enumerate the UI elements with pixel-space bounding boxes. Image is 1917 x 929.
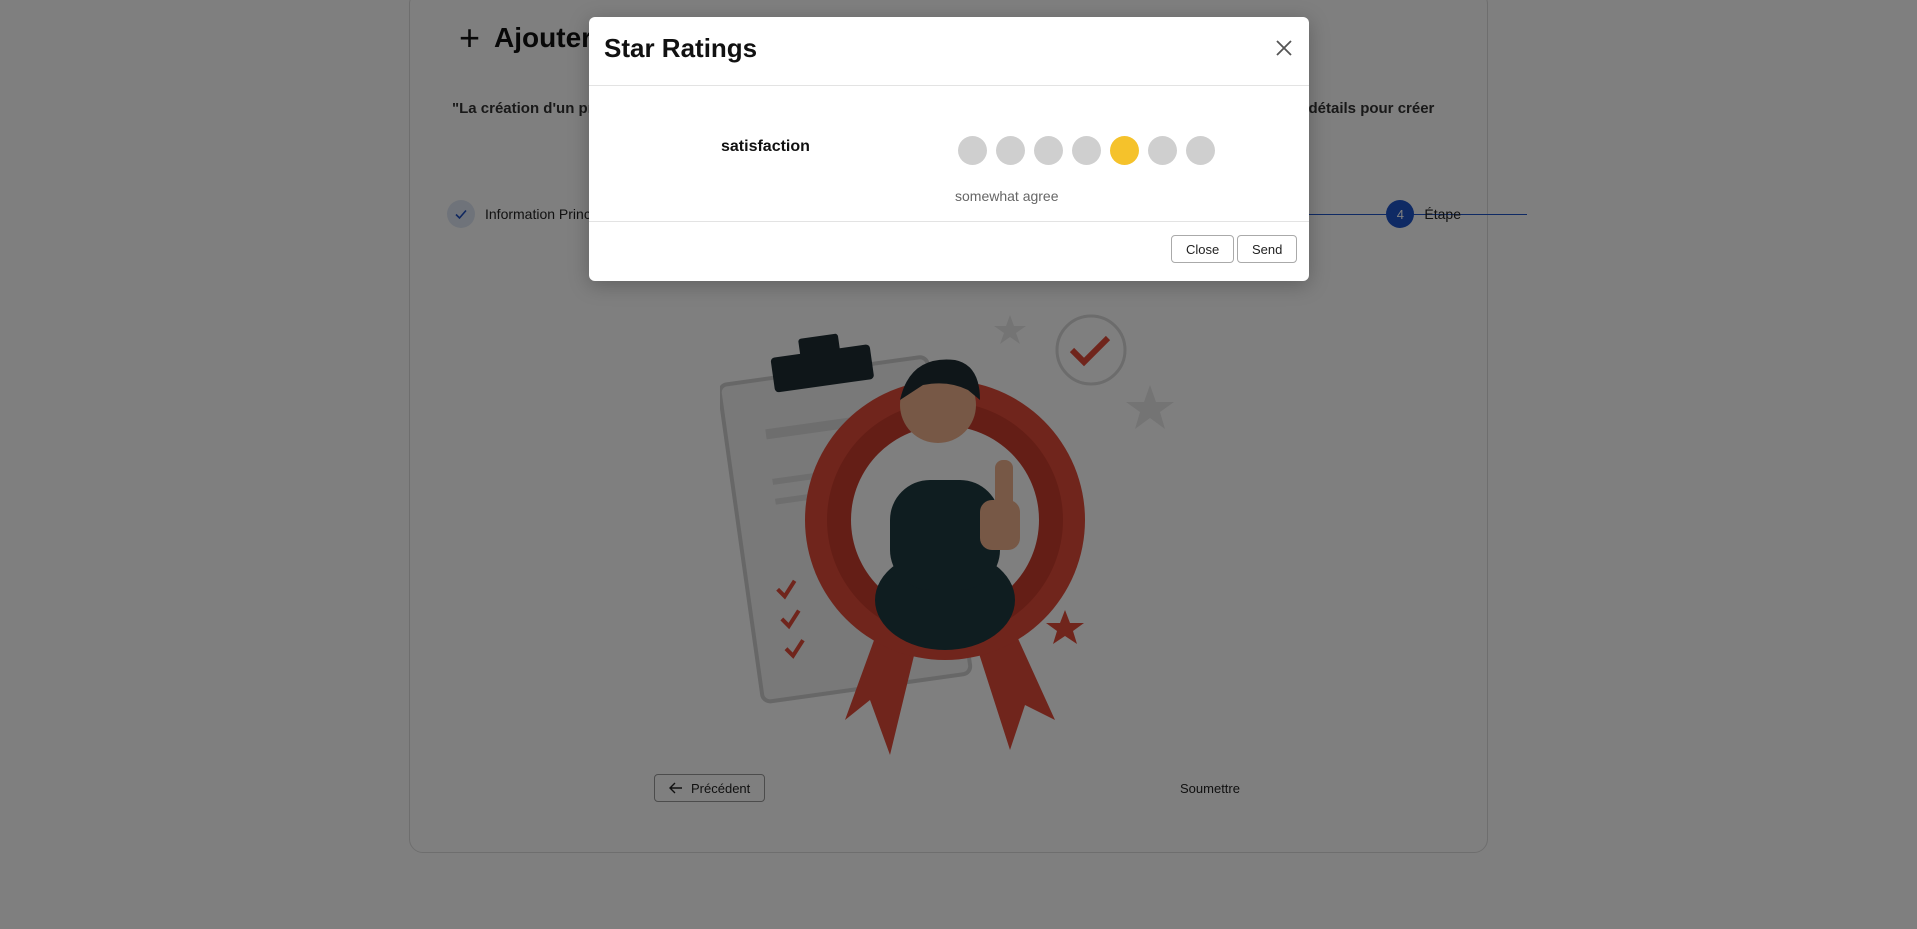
rating-value-text: somewhat agree bbox=[955, 188, 1059, 204]
rating-dot-7[interactable] bbox=[1186, 136, 1215, 165]
modal-body: satisfaction somewhat agree bbox=[589, 86, 1309, 222]
rating-dot-6[interactable] bbox=[1148, 136, 1177, 165]
modal-footer: Close Send bbox=[589, 222, 1309, 282]
modal-header: Star Ratings bbox=[589, 17, 1309, 86]
rating-scale bbox=[958, 136, 1215, 165]
rating-dot-1[interactable] bbox=[958, 136, 987, 165]
rating-label: satisfaction bbox=[721, 138, 810, 155]
send-button[interactable]: Send bbox=[1237, 235, 1298, 263]
rating-dot-4[interactable] bbox=[1072, 136, 1101, 165]
close-button[interactable]: Close bbox=[1171, 235, 1235, 263]
modal-title: Star Ratings bbox=[604, 33, 758, 63]
star-ratings-modal: Star Ratings satisfaction somewhat agree… bbox=[589, 17, 1309, 281]
rating-dot-5[interactable] bbox=[1110, 136, 1139, 165]
close-icon[interactable] bbox=[1271, 35, 1297, 61]
rating-dot-2[interactable] bbox=[996, 136, 1025, 165]
rating-dot-3[interactable] bbox=[1034, 136, 1063, 165]
